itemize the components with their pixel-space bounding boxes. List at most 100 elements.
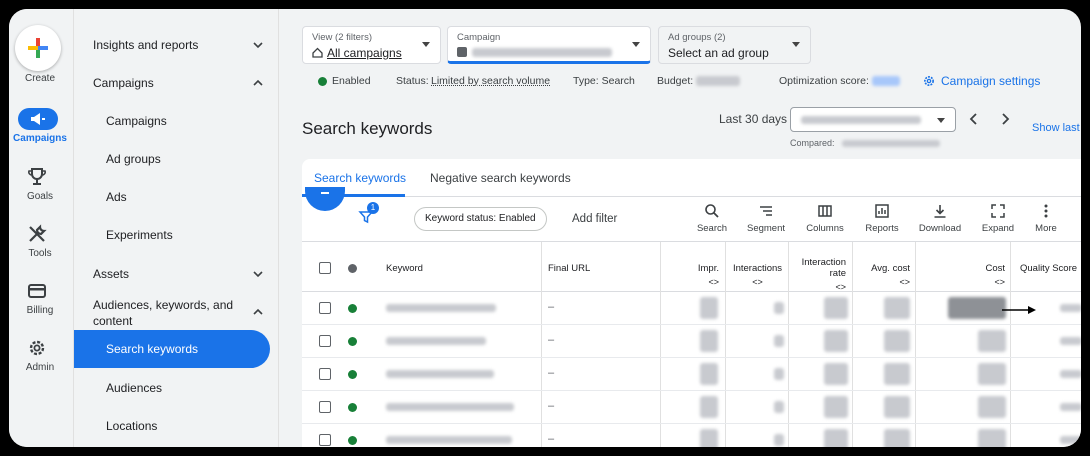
nav-search-keywords[interactable]: Search keywords <box>74 330 270 368</box>
sort-icon: <> <box>752 277 763 287</box>
row-checkbox[interactable] <box>319 401 331 413</box>
final-url-cell: – <box>548 334 555 346</box>
reports-tool[interactable]: Reports <box>857 203 907 234</box>
nav-ads-label: Ads <box>106 190 127 204</box>
status-label: Status: <box>396 75 429 87</box>
table-row[interactable]: – <box>302 424 1081 447</box>
col-interaction-rate[interactable]: Interaction rate <> <box>791 257 846 292</box>
more-tool[interactable]: More <box>1021 203 1071 234</box>
columns-tool[interactable]: Columns <box>800 203 850 234</box>
search-tool[interactable]: Search <box>687 203 737 234</box>
nav-audiences-keywords-content[interactable]: Audiences, keywords, and content <box>74 297 279 331</box>
col-impr-label: Impr. <box>697 263 719 274</box>
caret-down-icon <box>422 42 430 47</box>
col-keyword[interactable]: Keyword <box>386 263 423 274</box>
campaign-name-redacted <box>472 48 612 57</box>
sort-icon: <> <box>994 277 1005 287</box>
col-interactions[interactable]: Interactions <> <box>730 263 785 287</box>
view-filter-dropdown[interactable]: View (2 filters) All campaigns <box>302 26 441 64</box>
create-button[interactable] <box>15 25 61 71</box>
interaction-rate-redacted <box>824 429 848 447</box>
billing-card-icon[interactable] <box>26 280 48 302</box>
tools-icon[interactable] <box>26 223 48 245</box>
tab-negative-keywords[interactable]: Negative search keywords <box>430 171 571 185</box>
col-quality-score[interactable]: Quality Score <box>1020 263 1077 274</box>
row-checkbox[interactable] <box>319 302 331 314</box>
date-range-picker[interactable] <box>790 107 956 132</box>
cost-redacted <box>978 363 1006 385</box>
segment-tool[interactable]: Segment <box>741 203 791 234</box>
keyword-redacted <box>386 403 514 411</box>
gear-icon[interactable] <box>26 337 48 359</box>
campaigns-rail-label: Campaigns <box>13 133 67 144</box>
tab-search-keywords[interactable]: Search keywords <box>314 171 406 185</box>
view-filter-caption: View (2 filters) <box>312 32 373 43</box>
chevron-up-icon <box>253 308 263 315</box>
main-content: View (2 filters) All campaigns Campaign … <box>280 9 1081 447</box>
left-rail: Create Campaigns Goals Tools Billing Adm… <box>9 9 73 447</box>
final-url-cell: – <box>548 400 555 412</box>
table-row[interactable]: – <box>302 391 1081 424</box>
interactions-redacted <box>774 368 784 380</box>
add-filter-button[interactable]: Add filter <box>572 213 617 225</box>
row-checkbox[interactable] <box>319 434 331 446</box>
adgroups-filter-dropdown[interactable]: Ad groups (2) Select an ad group <box>658 26 811 64</box>
final-url-cell: – <box>548 301 555 313</box>
date-range-label: Last 30 days <box>719 112 788 126</box>
keyword-status-chip[interactable]: Keyword status: Enabled <box>414 207 547 231</box>
keyword-redacted <box>386 370 494 378</box>
col-avg-cost[interactable]: Avg. cost <> <box>854 263 910 287</box>
columns-tool-label: Columns <box>806 223 844 234</box>
nav-experiments-label: Experiments <box>106 228 173 242</box>
download-icon <box>934 205 946 218</box>
keyword-tabs: Search keywords Negative search keywords <box>302 159 1081 197</box>
quality-score-redacted <box>1060 436 1081 444</box>
col-cost[interactable]: Cost <> <box>952 263 1005 287</box>
date-range-redacted <box>801 116 921 124</box>
nav-campaigns-section-label: Campaigns <box>93 76 154 90</box>
filter-count-badge: 1 <box>367 202 379 214</box>
enabled-dot-icon <box>348 370 357 379</box>
table-row[interactable]: – <box>302 325 1081 358</box>
row-checkbox[interactable] <box>319 368 331 380</box>
status-column-icon <box>348 264 357 273</box>
avg-cost-redacted <box>884 429 910 447</box>
download-tool[interactable]: Download <box>915 203 965 234</box>
col-avg-cost-label: Avg. cost <box>871 263 910 274</box>
impr-redacted <box>700 429 718 447</box>
campaign-settings-link[interactable]: Campaign settings <box>941 74 1040 88</box>
campaigns-rail-item[interactable] <box>18 108 58 130</box>
segment-tool-label: Segment <box>746 223 786 234</box>
chevron-up-icon <box>253 79 263 86</box>
plus-icon <box>321 192 329 194</box>
col-impr[interactable]: Impr. <> <box>662 263 719 287</box>
row-checkbox[interactable] <box>319 335 331 347</box>
tools-label: Tools <box>28 248 52 259</box>
impr-redacted <box>700 297 718 319</box>
col-final-url[interactable]: Final URL <box>548 263 590 274</box>
select-all-checkbox[interactable] <box>319 262 331 274</box>
chevron-left-icon[interactable] <box>968 112 980 126</box>
billing-label: Billing <box>26 305 54 316</box>
enabled-dot-icon <box>348 304 357 313</box>
caret-down-icon <box>632 42 640 47</box>
table-row[interactable]: – <box>302 292 1081 325</box>
campaign-filter-dropdown[interactable]: Campaign <box>447 26 651 64</box>
trophy-icon[interactable] <box>26 166 48 188</box>
avg-cost-redacted <box>884 297 910 319</box>
page-title: Search keywords <box>302 119 433 138</box>
table-row[interactable]: – <box>302 358 1081 391</box>
final-url-cell: – <box>548 433 555 445</box>
interactions-redacted <box>774 401 784 413</box>
nav-campaigns-label: Campaigns <box>106 114 167 128</box>
col-interaction-rate-line1: Interaction <box>801 257 846 268</box>
show-last-link[interactable]: Show last <box>1032 122 1080 134</box>
chevron-right-icon[interactable] <box>999 112 1011 126</box>
expand-tool[interactable]: Expand <box>973 203 1023 234</box>
status-value[interactable]: Limited by search volume <box>431 75 550 87</box>
impr-redacted <box>700 363 718 385</box>
search-tool-label: Search <box>696 223 728 234</box>
enabled-status: Enabled <box>332 75 371 87</box>
avg-cost-redacted <box>884 363 910 385</box>
impr-redacted <box>700 396 718 418</box>
